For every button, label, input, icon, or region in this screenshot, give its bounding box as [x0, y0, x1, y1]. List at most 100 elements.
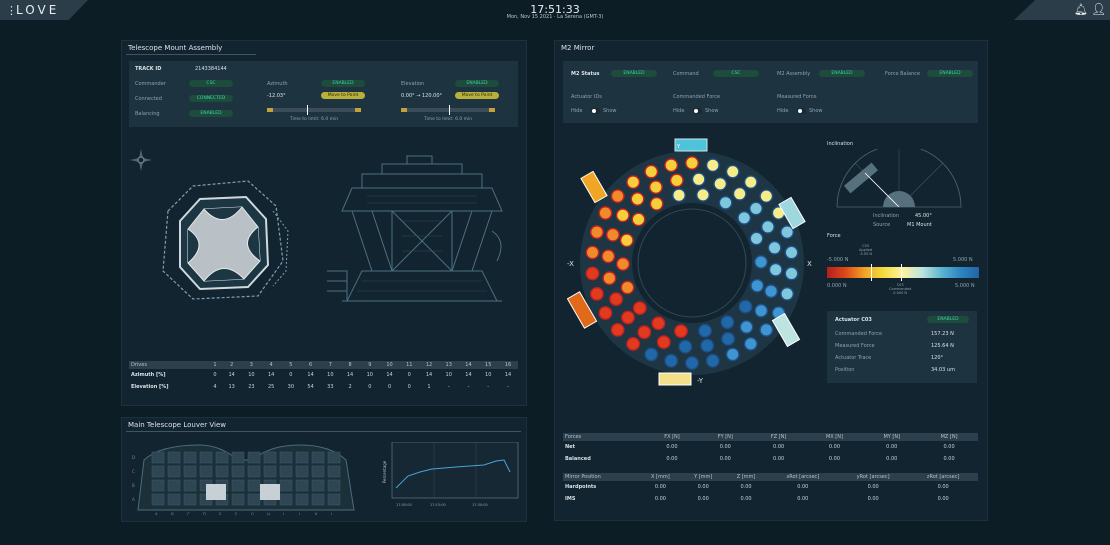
- louver-cell[interactable]: [247, 465, 261, 478]
- actuator-marker[interactable]: [705, 158, 720, 173]
- actuator-marker[interactable]: [737, 211, 752, 225]
- actuator-marker[interactable]: [685, 156, 699, 170]
- actuator-marker[interactable]: [598, 306, 613, 320]
- actuator-marker[interactable]: [644, 164, 659, 179]
- actuator-marker[interactable]: [698, 323, 712, 338]
- actuator-marker[interactable]: [664, 158, 679, 173]
- actuator-marker[interactable]: [602, 271, 617, 286]
- actuator-marker[interactable]: [651, 316, 666, 331]
- actuator-marker[interactable]: [632, 301, 647, 316]
- louver-cell[interactable]: [263, 451, 277, 464]
- actuator-marker[interactable]: [616, 257, 630, 271]
- actuator-marker[interactable]: [780, 286, 795, 301]
- actuator-marker[interactable]: [619, 233, 634, 248]
- louver-cell[interactable]: [327, 493, 341, 506]
- louver-cell[interactable]: [311, 465, 325, 478]
- actuator-marker[interactable]: [743, 336, 758, 351]
- actuator-marker[interactable]: [759, 322, 774, 337]
- actuator-marker[interactable]: [620, 280, 635, 295]
- actuator-marker[interactable]: [656, 335, 671, 350]
- louver-cell[interactable]: [151, 479, 165, 492]
- louver-cell[interactable]: [167, 451, 181, 464]
- actuator-marker[interactable]: [767, 240, 782, 255]
- actuator-marker[interactable]: [764, 284, 779, 299]
- actuator-marker[interactable]: [750, 278, 765, 293]
- louver-cell[interactable]: [183, 451, 197, 464]
- louver-cell[interactable]: [311, 479, 325, 492]
- louver-cell[interactable]: [199, 465, 213, 478]
- louver-cell[interactable]: [199, 451, 213, 464]
- actuator-marker[interactable]: [678, 339, 693, 354]
- louver-cell[interactable]: [295, 465, 309, 478]
- commanded-force-toggle[interactable]: [693, 108, 702, 114]
- actuator-marker[interactable]: [585, 245, 600, 260]
- louver-cell[interactable]: [279, 479, 293, 492]
- actuator-marker[interactable]: [615, 208, 630, 223]
- actuator-marker[interactable]: [738, 299, 753, 314]
- actuator-marker[interactable]: [664, 353, 679, 368]
- louver-cell[interactable]: [327, 479, 341, 492]
- actuator-marker[interactable]: [685, 356, 699, 370]
- actuator-marker[interactable]: [585, 266, 600, 281]
- actuator-marker[interactable]: [590, 225, 604, 240]
- actuator-marker[interactable]: [721, 331, 736, 346]
- louver-cell[interactable]: [295, 493, 309, 506]
- louver-cell[interactable]: [247, 479, 261, 492]
- actuator-marker[interactable]: [768, 262, 783, 277]
- louver-cell[interactable]: [327, 451, 341, 464]
- actuator-marker[interactable]: [609, 292, 623, 307]
- louver-cell[interactable]: [183, 465, 197, 478]
- actuator-marker[interactable]: [784, 266, 799, 281]
- actuator-marker[interactable]: [630, 192, 645, 206]
- louver-cell[interactable]: [167, 479, 181, 492]
- actuator-marker[interactable]: [760, 220, 775, 234]
- bell-icon[interactable]: 🔔︎: [1074, 3, 1088, 16]
- actuator-marker[interactable]: [713, 177, 728, 191]
- louver-cell[interactable]: [151, 451, 165, 464]
- actuator-marker[interactable]: [637, 325, 652, 340]
- actuator-marker[interactable]: [644, 347, 659, 362]
- actuator-marker[interactable]: [700, 338, 715, 353]
- actuator-marker[interactable]: [621, 310, 635, 325]
- actuator-marker[interactable]: [739, 320, 754, 334]
- actuator-marker[interactable]: [601, 249, 616, 264]
- louver-cell[interactable]: [311, 451, 325, 464]
- actuator-marker[interactable]: [749, 201, 763, 216]
- actuator-marker[interactable]: [669, 173, 684, 188]
- louver-cell[interactable]: [279, 465, 293, 478]
- louver-cell[interactable]: [183, 479, 197, 492]
- actuator-marker[interactable]: [720, 315, 735, 330]
- actuator-marker[interactable]: [626, 336, 641, 351]
- louver-cell[interactable]: [295, 479, 309, 492]
- actuator-marker[interactable]: [743, 175, 758, 189]
- louver-cell[interactable]: [215, 465, 229, 478]
- louver-cell[interactable]: [231, 479, 245, 492]
- actuator-marker[interactable]: [610, 322, 625, 337]
- louver-cell[interactable]: [231, 493, 245, 506]
- actuator-marker[interactable]: [631, 212, 646, 227]
- louver-cell[interactable]: [263, 465, 277, 478]
- louver-cell[interactable]: [167, 493, 181, 506]
- actuator-marker[interactable]: [718, 195, 733, 210]
- louver-cell[interactable]: [215, 451, 229, 464]
- actuator-marker[interactable]: [754, 303, 769, 318]
- measured-force-toggle[interactable]: [797, 108, 806, 114]
- louver-cell[interactable]: [279, 493, 293, 506]
- actuator-marker[interactable]: [749, 231, 764, 246]
- actuator-marker[interactable]: [732, 186, 747, 201]
- louver-cell[interactable]: [247, 451, 261, 464]
- actuator-marker[interactable]: [725, 347, 740, 362]
- actuator-marker[interactable]: [649, 196, 664, 211]
- louver-cell[interactable]: [279, 451, 293, 464]
- louver-cell[interactable]: [151, 465, 165, 478]
- actuator-marker[interactable]: [705, 353, 720, 368]
- actuator-marker[interactable]: [598, 206, 613, 220]
- louver-cell[interactable]: [231, 465, 245, 478]
- actuator-marker[interactable]: [759, 189, 774, 203]
- louver-cell[interactable]: [295, 451, 309, 464]
- actuator-marker[interactable]: [691, 172, 706, 187]
- louver-cell[interactable]: [183, 493, 197, 506]
- actuator-ids-toggle[interactable]: [591, 108, 600, 114]
- actuator-marker[interactable]: [780, 225, 795, 240]
- actuator-marker[interactable]: [626, 175, 641, 189]
